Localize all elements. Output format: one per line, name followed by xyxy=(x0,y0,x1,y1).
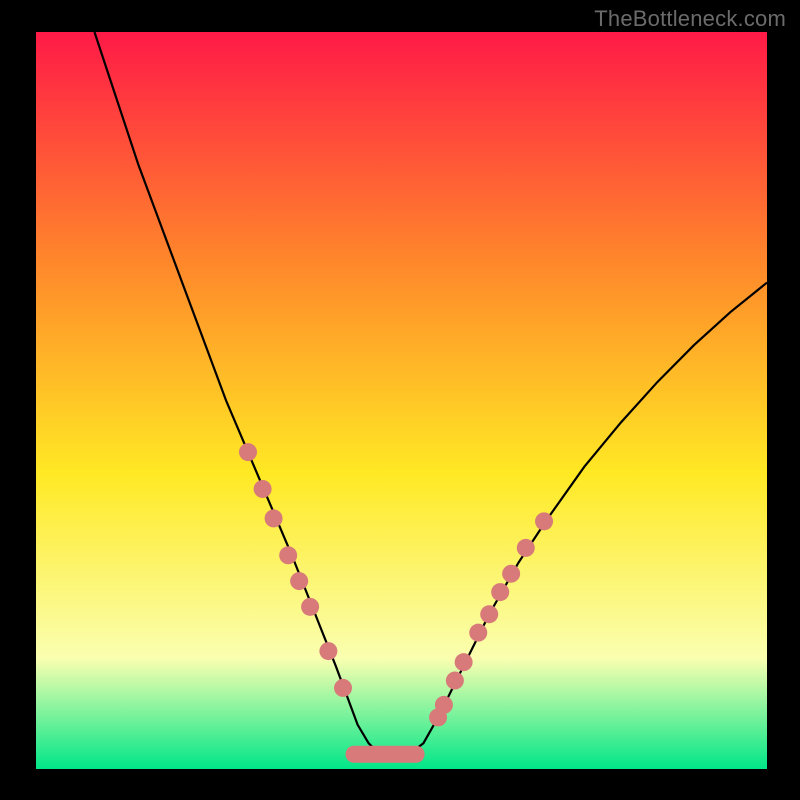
plot-background xyxy=(36,32,767,769)
curve-marker-right xyxy=(446,672,464,690)
curve-marker-left xyxy=(319,642,337,660)
curve-marker-left xyxy=(265,509,283,527)
curve-marker-left xyxy=(290,572,308,590)
curve-marker-left xyxy=(334,679,352,697)
curve-marker-right xyxy=(491,583,509,601)
curve-marker-right xyxy=(535,512,553,530)
bottleneck-chart xyxy=(0,0,800,800)
curve-marker-left xyxy=(301,598,319,616)
curve-marker-left xyxy=(279,546,297,564)
curve-marker-right xyxy=(502,565,520,583)
curve-marker-left xyxy=(254,480,272,498)
curve-marker-right xyxy=(469,624,487,642)
chart-frame: TheBottleneck.com xyxy=(0,0,800,800)
curve-marker-left xyxy=(239,443,257,461)
watermark-label: TheBottleneck.com xyxy=(594,6,786,32)
curve-marker-right xyxy=(517,539,535,557)
curve-marker-right xyxy=(435,696,453,714)
curve-marker-right xyxy=(480,605,498,623)
curve-marker-right xyxy=(455,653,473,671)
